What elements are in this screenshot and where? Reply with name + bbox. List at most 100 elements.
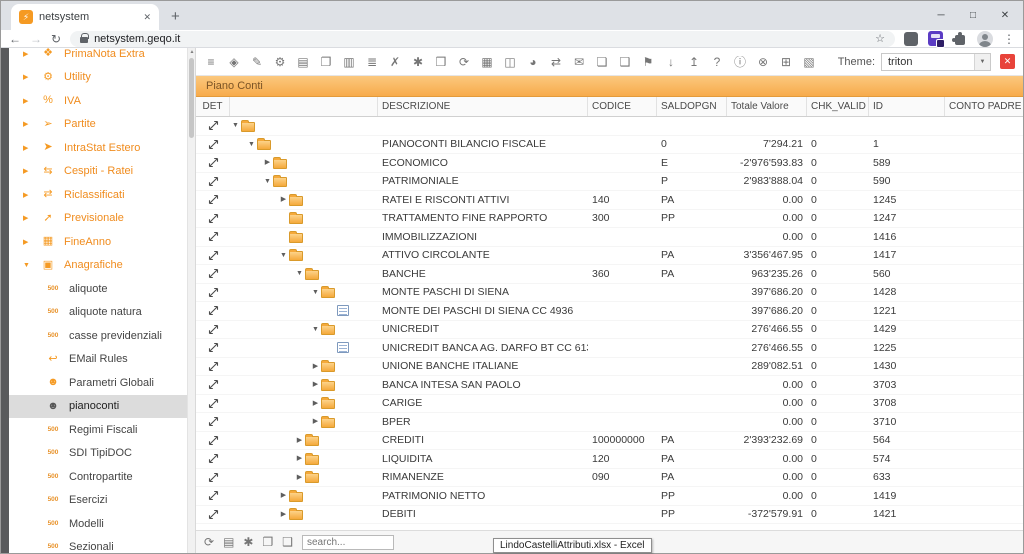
sidebar-item-regimi-fiscali[interactable]: 500Regimi Fiscali <box>9 418 195 442</box>
expand-arrows-icon[interactable] <box>208 416 219 427</box>
reload-icon[interactable]: ↻ <box>51 33 61 45</box>
column-header-cod[interactable]: CODICE <box>588 97 657 116</box>
chevron-right-icon[interactable]: ▶ <box>23 214 32 222</box>
mail-icon[interactable]: ✉ <box>572 56 586 68</box>
sidebar-item-previsionale[interactable]: ▶➚Previsionale <box>9 207 195 231</box>
column-header-id[interactable]: ID <box>869 97 945 116</box>
table-row[interactable]: ▼ATTIVO CIRCOLANTEPA3'356'467.9501417 <box>196 247 1023 266</box>
column-header-det[interactable]: DET <box>196 97 230 116</box>
download-icon[interactable]: ↓ <box>664 56 678 68</box>
expand-arrows-icon[interactable] <box>208 324 219 335</box>
table-row[interactable]: ▶CREDITI100000000PA2'393'232.690564 <box>196 432 1023 451</box>
column-header-tot[interactable]: Totale Valore <box>727 97 807 116</box>
tree-expand-icon[interactable]: ▶ <box>310 381 321 388</box>
tree-collapse-icon[interactable]: ▼ <box>278 252 289 259</box>
bar-chart-icon[interactable]: ◫ <box>503 56 517 68</box>
expand-arrows-icon[interactable] <box>208 342 219 353</box>
table-row[interactable]: ▶RATEI E RISCONTI ATTIVI140PA0.0001245 <box>196 191 1023 210</box>
expand-arrows-icon[interactable] <box>208 435 219 446</box>
menu-icon[interactable]: ≡ <box>204 56 218 68</box>
sidebar-item-iva[interactable]: ▶%IVA <box>9 89 195 113</box>
chevron-right-icon[interactable]: ▶ <box>23 50 32 58</box>
tree-expand-icon[interactable]: ▶ <box>262 159 273 166</box>
help-icon[interactable]: ? <box>710 56 724 68</box>
table-row[interactable]: ▼ <box>196 117 1023 136</box>
sidebar-item-utility[interactable]: ▶⚙Utility <box>9 66 195 90</box>
expand-arrows-icon[interactable] <box>208 231 219 242</box>
print-icon[interactable]: ▥ <box>342 56 356 68</box>
sidebar-item-fineanno[interactable]: ▶▦FineAnno <box>9 230 195 254</box>
table-icon[interactable]: ▦ <box>480 56 494 68</box>
table-row[interactable]: ▼PIANOCONTI BILANCIO FISCALE07'294.2101 <box>196 136 1023 155</box>
table-row[interactable]: UNICREDIT BANCA AG. DARFO BT CC 61398276… <box>196 339 1023 358</box>
wrench-icon[interactable]: ⚙ <box>273 56 287 68</box>
profile-avatar[interactable] <box>977 31 993 47</box>
table-row[interactable]: MONTE DEI PASCHI DI SIENA CC 4936397'686… <box>196 302 1023 321</box>
window-minimize-button[interactable]: ─ <box>925 10 957 21</box>
geqo-extension-icon[interactable] <box>928 31 943 46</box>
sidebar-item-sezionali[interactable]: 500Sezionali <box>9 536 195 554</box>
window-maximize-button[interactable]: □ <box>957 10 989 21</box>
extension-icon[interactable] <box>904 32 918 46</box>
tree-expand-icon[interactable]: ▶ <box>310 418 321 425</box>
printer-icon[interactable]: ▧ <box>802 56 816 68</box>
column-header-sal[interactable]: SALDOPGN <box>657 97 727 116</box>
chevron-down-icon[interactable]: ▼ <box>23 262 32 269</box>
collapsed-panel-strip[interactable] <box>1 48 9 553</box>
chevron-right-icon[interactable]: ▶ <box>23 238 32 246</box>
table-row[interactable]: ▼BANCHE360PA963'235.260560 <box>196 265 1023 284</box>
table-row[interactable]: ▶PATRIMONIO NETTOPP0.0001419 <box>196 487 1023 506</box>
tree-expand-icon[interactable]: ▶ <box>294 455 305 462</box>
scrollbar-thumb[interactable] <box>189 58 194 138</box>
table-row[interactable]: ▼MONTE PASCHI DI SIENA397'686.2001428 <box>196 284 1023 303</box>
window-close-button[interactable]: ✕ <box>989 10 1021 21</box>
edit-icon[interactable]: ✎ <box>250 56 264 68</box>
expand-arrows-icon[interactable] <box>208 157 219 168</box>
sidebar-item-anagrafiche[interactable]: ▼▣Anagrafiche <box>9 254 195 278</box>
sidebar-item-aliquote[interactable]: 500aliquote <box>9 277 195 301</box>
tree-collapse-icon[interactable]: ▼ <box>310 289 321 296</box>
document-icon[interactable]: ❑ <box>618 56 632 68</box>
url-text[interactable]: netsystem.geqo.it <box>94 33 180 45</box>
tree-expand-icon[interactable]: ▶ <box>294 474 305 481</box>
column-header-chk[interactable]: CHK_VALID <box>807 97 869 116</box>
scrollbar-up-icon[interactable]: ▲ <box>188 49 196 55</box>
sidebar-item-pianoconti[interactable]: ☻pianoconti <box>9 395 195 419</box>
chevron-right-icon[interactable]: ▶ <box>23 73 32 81</box>
puzzle-extensions-icon[interactable] <box>955 35 965 45</box>
browser-tab[interactable]: ⚡ netsystem ✕ <box>11 4 159 30</box>
expand-arrows-icon[interactable] <box>208 361 219 372</box>
new-tab-button[interactable]: + <box>171 8 180 25</box>
tree-collapse-icon[interactable]: ▼ <box>294 270 305 277</box>
table-row[interactable]: ▶BPER0.0003710 <box>196 413 1023 432</box>
bookmark-star-icon[interactable]: ☆ <box>875 32 885 45</box>
folder-open-icon[interactable]: ❏ <box>595 56 609 68</box>
delete-icon[interactable]: ✗ <box>388 56 402 68</box>
expand-arrows-icon[interactable] <box>208 194 219 205</box>
refresh-icon[interactable]: ⟳ <box>457 56 471 68</box>
copy-icon[interactable]: ❐ <box>319 56 333 68</box>
table-row[interactable]: ▶ECONOMICOE-2'976'593.830589 <box>196 154 1023 173</box>
copy-icon[interactable]: ❐ <box>262 536 273 548</box>
chevron-right-icon[interactable]: ▶ <box>23 144 32 152</box>
table-row[interactable]: TRATTAMENTO FINE RAPPORTO300PP0.0001247 <box>196 210 1023 229</box>
duplicate-icon[interactable]: ❒ <box>434 56 448 68</box>
table-row[interactable]: ▶LIQUIDITA120PA0.000574 <box>196 450 1023 469</box>
chevron-right-icon[interactable]: ▶ <box>23 167 32 175</box>
sidebar-item-email-rules[interactable]: ↩EMail Rules <box>9 348 195 372</box>
column-header-desc[interactable]: DESCRIZIONE <box>378 97 588 116</box>
tree-expand-icon[interactable]: ▶ <box>310 400 321 407</box>
column-header-tree[interactable] <box>230 97 378 116</box>
sidebar-item-casse-previdenziali[interactable]: 500casse previdenziali <box>9 324 195 348</box>
upload-icon[interactable]: ↥ <box>687 56 701 68</box>
sidebar-item-sdi-tipidoc[interactable]: 500SDI TipiDOC <box>9 442 195 466</box>
tree-collapse-icon[interactable]: ▼ <box>310 326 321 333</box>
tab-close-icon[interactable]: ✕ <box>143 12 151 23</box>
list-icon[interactable]: ≣ <box>365 56 379 68</box>
tree-expand-icon[interactable]: ▶ <box>278 196 289 203</box>
save-icon[interactable]: ▤ <box>223 536 234 548</box>
table-row[interactable]: ▶CARIGE0.0003708 <box>196 395 1023 414</box>
sidebar-item-aliquote-natura[interactable]: 500aliquote natura <box>9 301 195 325</box>
back-icon[interactable]: ← <box>9 33 21 45</box>
workflow-icon[interactable]: ◈ <box>227 56 241 68</box>
